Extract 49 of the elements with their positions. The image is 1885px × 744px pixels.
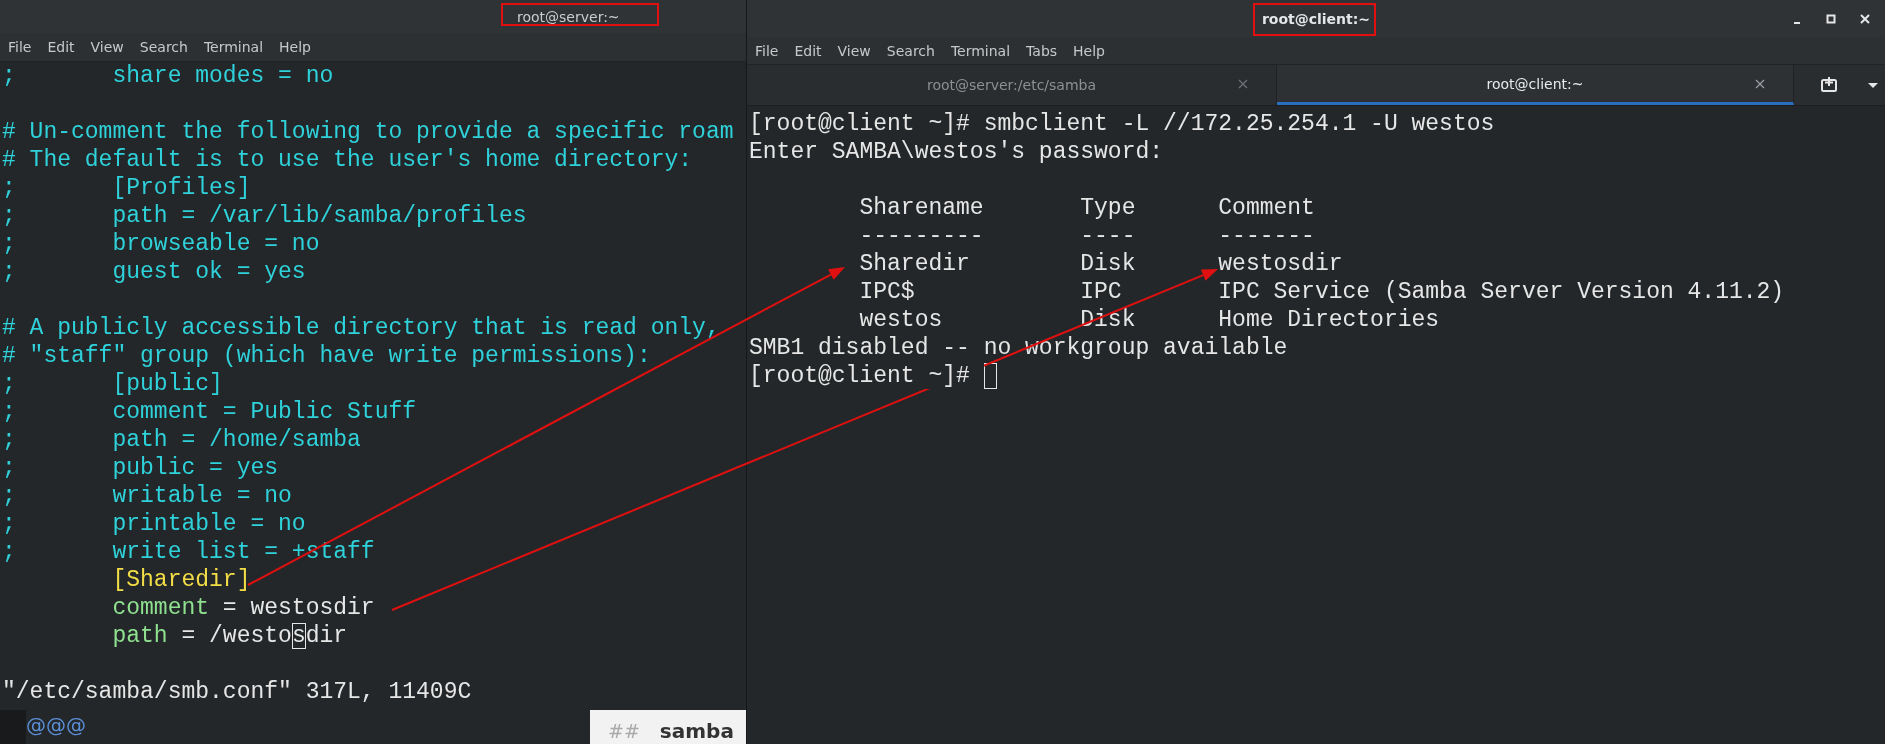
terminal-text: # A publicly accessible directory that is read only,: [2, 315, 720, 341]
menu-item[interactable]: Help: [1065, 42, 1113, 59]
terminal-text: # Un-comment the following to provide a specific roam: [2, 119, 734, 145]
terminal-text: ; path = /home/samba: [2, 427, 361, 453]
terminal-text: ; writable = no: [2, 483, 292, 509]
background-text: @@@: [26, 712, 87, 739]
terminal-text: # "staff" group (which have write permissions):: [2, 343, 651, 369]
terminal-text: ; printable = no: [2, 511, 306, 537]
terminal-text: path: [111, 623, 168, 649]
terminal-text: ; guest ok = yes: [2, 259, 306, 285]
terminal-text: = westosdir: [221, 595, 375, 621]
terminal-text: = /westo: [180, 623, 292, 649]
terminal-text: ; path = /var/lib/samba/profiles: [2, 203, 527, 229]
menu-item[interactable]: View: [829, 42, 879, 59]
menu-item[interactable]: View: [82, 39, 132, 55]
menu-item[interactable]: File: [747, 42, 787, 59]
menu-item[interactable]: Tabs: [1018, 42, 1066, 59]
terminal-text: IPC$ IPC IPC Service (Samba Server Version 4.11.2): [858, 279, 1785, 305]
terminal-text: ; browseable = no: [2, 231, 320, 257]
terminal-text: Sharedir Disk westosdir: [858, 251, 1343, 277]
terminal-text: ; comment = Public Stuff: [2, 399, 417, 425]
window-title: root@server:~: [517, 8, 620, 25]
terminal-text: SMB1 disabled -- no workgroup available: [749, 335, 1288, 361]
terminal-text: # The default is to use the user's home directory:: [2, 147, 693, 173]
terminal-text: ; [public]: [2, 371, 223, 397]
menu-item[interactable]: Terminal: [195, 39, 272, 55]
menu-item[interactable]: Search: [878, 42, 943, 59]
terminal-text: [Sharedir]: [111, 567, 251, 593]
terminal-text: "/etc/samba/smb.conf" 317L, 11409C: [2, 679, 472, 705]
menu-item[interactable]: Edit: [39, 39, 83, 55]
heading-text: samba: [659, 720, 734, 742]
menu-item[interactable]: Search: [131, 39, 196, 55]
terminal-text: ; share modes = no: [2, 63, 334, 89]
terminal-text: ; [Profiles]: [2, 175, 251, 201]
terminal-text: comment: [111, 595, 210, 621]
terminal-text: ; public = yes: [2, 455, 279, 481]
window-title: root@client:~: [1261, 10, 1371, 27]
text-cursor: s: [291, 623, 306, 649]
heading-mark: ##: [608, 720, 640, 742]
terminal-text: dir: [305, 623, 348, 649]
terminal-text: Enter SAMBA\westos's password:: [749, 139, 1164, 165]
menu-item[interactable]: Help: [271, 39, 319, 55]
terminal-text: Sharename Type Comment: [858, 195, 1315, 221]
terminal-text: --------- ---- -------: [858, 223, 1315, 249]
menu-item[interactable]: File: [0, 39, 40, 55]
terminal-text: [root@client ~]# smbclient -L //172.25.254.1 -U westos: [749, 111, 1495, 137]
menu-item[interactable]: Edit: [786, 42, 830, 59]
tab[interactable]: root@client:~: [1277, 65, 1794, 105]
menu-item[interactable]: Terminal: [942, 42, 1019, 59]
